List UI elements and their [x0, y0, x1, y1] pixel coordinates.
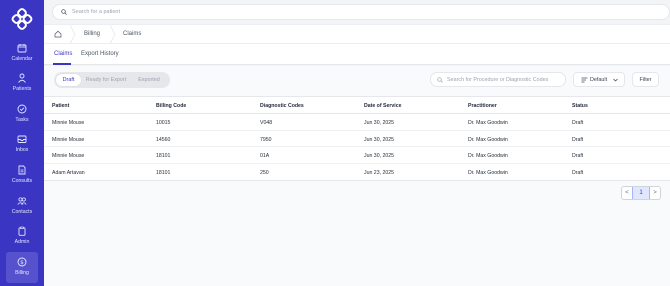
cell-diagnostic-codes: 250 — [260, 169, 269, 176]
cell-patient: Minnie Mouse — [52, 136, 85, 143]
sidebar-item-contacts[interactable]: Contacts — [0, 195, 44, 225]
cell-billing-code: 18101 — [156, 169, 171, 176]
cell-practitioner: Dr. Max Goodwin — [468, 120, 508, 126]
cell-patient: Adam Artavan — [52, 169, 85, 176]
table-header: Patient Billing Code Diagnostic Codes Da… — [44, 97, 670, 114]
sidebar: Calendar Patients Tasks Inbox Consults C… — [0, 0, 44, 286]
logo-icon[interactable] — [10, 8, 34, 30]
sort-lines-icon — [581, 77, 588, 82]
prev-page-button[interactable]: < — [622, 187, 632, 199]
column-header-status[interactable]: Status — [572, 103, 588, 109]
tab-export-history[interactable]: Export History — [81, 51, 119, 57]
sidebar-item-inbox[interactable]: Inbox — [0, 133, 44, 163]
cell-billing-code: 18101 — [156, 153, 171, 159]
sort-label: Default — [590, 76, 608, 83]
column-header-diagnostic-codes[interactable]: Diagnostic Codes — [260, 103, 304, 109]
breadcrumb: Billing Claims — [44, 24, 670, 44]
column-header-billing-code[interactable]: Billing Code — [156, 103, 186, 109]
cell-patient: Minnie Mouse — [52, 120, 85, 126]
cell-diagnostic-codes: V048 — [260, 120, 273, 126]
breadcrumb-billing[interactable]: Billing — [84, 31, 100, 37]
table-row[interactable]: Minnie Mouse 14560 7950 Jun 30, 2025 Dr.… — [44, 131, 670, 147]
page-1-button[interactable]: 1 — [632, 187, 650, 199]
sidebar-item-patients[interactable]: Patients — [0, 72, 44, 102]
cell-status: Draft — [572, 136, 584, 143]
cell-billing-code: 10015 — [156, 120, 171, 126]
column-header-date-of-service[interactable]: Date of Service — [364, 103, 401, 109]
cell-status: Draft — [572, 169, 584, 176]
patient-search-input[interactable] — [72, 9, 372, 15]
sidebar-item-label: Inbox — [15, 147, 29, 153]
sidebar-item-label: Calendar — [11, 56, 33, 62]
tab-claims[interactable]: Claims — [54, 51, 72, 57]
cell-practitioner: Dr. Max Goodwin — [468, 153, 508, 159]
column-header-practitioner[interactable]: Practitioner — [468, 103, 497, 109]
cell-status: Draft — [572, 153, 584, 159]
sort-dropdown[interactable]: Default — [573, 72, 625, 87]
check-circle-icon — [17, 104, 27, 114]
sidebar-item-label: Consults — [11, 178, 33, 184]
cell-date-of-service: Jun 23, 2025 — [364, 169, 394, 176]
cell-patient: Minnie Mouse — [52, 153, 85, 159]
cell-date-of-service: Jun 30, 2025 — [364, 120, 394, 126]
cell-status: Draft — [572, 120, 584, 126]
cell-date-of-service: Jun 30, 2025 — [364, 136, 394, 143]
tab-bar: Claims Export History — [44, 44, 670, 65]
code-search-input[interactable] — [447, 76, 565, 83]
chevron-down-icon — [613, 78, 618, 82]
next-page-button[interactable]: > — [650, 187, 660, 199]
cell-practitioner: Dr. Max Goodwin — [468, 136, 508, 143]
sidebar-item-label: Billing — [15, 270, 29, 276]
contacts-icon — [17, 197, 27, 205]
cell-billing-code: 14560 — [156, 136, 171, 143]
clipboard-icon — [18, 226, 26, 236]
sidebar-item-label: Admin — [14, 239, 30, 245]
sidebar-item-label: Tasks — [15, 117, 29, 123]
document-icon — [18, 165, 26, 175]
svg-text:$: $ — [20, 260, 24, 266]
sidebar-item-billing[interactable]: $ Billing — [6, 252, 38, 283]
dollar-icon: $ — [17, 257, 27, 267]
pagination: < 1 > — [621, 186, 661, 200]
search-icon — [61, 9, 67, 15]
user-icon — [18, 73, 26, 83]
table-row[interactable]: Minnie Mouse 18101 01A Jun 30, 2025 Dr. … — [44, 147, 670, 164]
sidebar-item-label: Contacts — [11, 209, 33, 215]
active-tab-indicator — [53, 63, 71, 65]
sidebar-item-tasks[interactable]: Tasks — [0, 103, 44, 133]
column-header-patient[interactable]: Patient — [52, 103, 69, 109]
chevron-separator-icon — [109, 25, 116, 44]
sidebar-item-admin[interactable]: Admin — [0, 225, 44, 255]
patient-search-bar — [52, 4, 670, 20]
code-search-box — [430, 72, 566, 87]
segment-exported[interactable]: Exported — [132, 74, 166, 86]
calendar-icon — [17, 44, 27, 53]
cell-date-of-service: Jun 30, 2025 — [364, 153, 394, 159]
inbox-icon — [17, 135, 27, 143]
sidebar-item-consults[interactable]: Consults — [0, 164, 44, 194]
chevron-separator-icon — [69, 25, 76, 44]
segment-draft[interactable]: Draft — [56, 74, 81, 86]
table-row[interactable]: Minnie Mouse 10015 V048 Jun 30, 2025 Dr.… — [44, 114, 670, 131]
home-icon[interactable] — [54, 30, 62, 38]
filter-button[interactable]: Filter — [632, 72, 659, 87]
claims-table: Patient Billing Code Diagnostic Codes Da… — [44, 96, 670, 181]
sidebar-item-label: Patients — [12, 86, 32, 92]
claims-panel: Draft Ready for Export Exported Default … — [44, 66, 670, 286]
search-icon — [437, 76, 443, 83]
sidebar-item-calendar[interactable]: Calendar — [0, 42, 44, 72]
status-segmented-control: Draft Ready for Export Exported — [54, 72, 170, 88]
cell-diagnostic-codes: 01A — [260, 153, 270, 159]
cell-practitioner: Dr. Max Goodwin — [468, 169, 508, 176]
segment-ready-for-export[interactable]: Ready for Export — [82, 74, 130, 86]
cell-diagnostic-codes: 7950 — [260, 136, 272, 143]
table-row[interactable]: Adam Artavan 18101 250 Jun 23, 2025 Dr. … — [44, 164, 670, 181]
breadcrumb-claims[interactable]: Claims — [123, 31, 141, 37]
